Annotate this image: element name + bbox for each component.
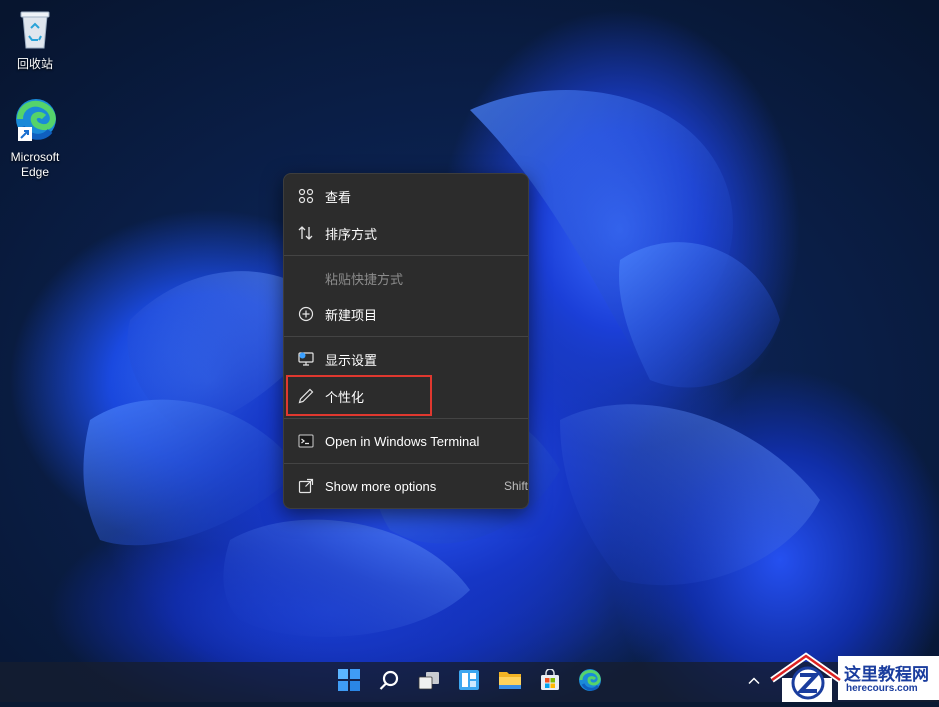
edge-icon [578,668,602,697]
highlight-box [286,375,432,416]
menu-item-show-more-options[interactable]: Show more options Shift [288,469,528,503]
menu-item-sort-by[interactable]: 排序方式 [288,216,524,250]
task-view-button[interactable] [416,669,442,695]
menu-item-open-terminal[interactable]: Open in Windows Terminal [288,424,524,458]
task-view-icon [418,669,440,696]
terminal-icon [297,432,315,450]
store-icon [539,667,561,696]
menu-item-shortcut: Shift [503,479,528,493]
desktop-icon-label-line2: Edge [20,165,50,179]
sort-arrows-icon [297,224,315,242]
widgets-button[interactable] [456,669,482,695]
menu-separator [284,336,528,337]
menu-item-display-settings[interactable]: 显示设置 [288,342,524,376]
chevron-up-icon [746,676,762,693]
open-external-icon [297,477,315,495]
watermark-logo-icon [768,650,844,707]
start-button[interactable] [336,668,362,696]
edge-icon [0,97,70,147]
menu-item-label: 查看 [325,189,352,205]
widgets-icon [458,669,480,696]
menu-separator [284,255,528,256]
show-hidden-icons-button[interactable] [746,673,762,689]
desktop-context-menu: 查看 排序方式 粘贴快捷方式 新建项目 显示设置 个性化 Open in Win… [283,173,529,509]
desktop-icon-recycle-bin[interactable]: 回收站 [0,8,70,72]
file-explorer-icon [498,669,522,696]
search-icon [378,669,400,696]
recycle-bin-icon [0,8,70,54]
desktop-icon-label: 回收站 [16,57,53,71]
menu-item-label: 显示设置 [325,352,378,368]
watermark-url: herecours.com [846,683,918,694]
site-watermark: 这里教程网 herecours.com [768,650,939,702]
desktop-icon-label-line1: Microsoft [10,150,60,164]
view-grid-icon [297,187,315,205]
menu-item-new[interactable]: 新建项目 [288,297,524,331]
menu-item-label: 新建项目 [325,307,378,323]
add-circle-icon [297,305,315,323]
watermark-title: 这里教程网 [844,665,929,685]
menu-item-paste-shortcut[interactable]: 粘贴快捷方式 [288,261,524,295]
menu-item-label: 粘贴快捷方式 [325,271,404,287]
menu-item-label: Open in Windows Terminal [325,433,480,449]
menu-item-label: Show more options [325,478,437,494]
menu-item-label: 排序方式 [325,226,378,242]
edge-taskbar-button[interactable] [577,668,603,697]
search-button[interactable] [376,669,402,695]
file-explorer-button[interactable] [497,669,523,695]
store-button[interactable] [537,667,563,696]
display-settings-icon [297,350,315,368]
menu-separator [284,418,528,419]
desktop-icon-edge[interactable]: Microsoft Edge [0,97,70,180]
menu-item-view[interactable]: 查看 [288,179,524,213]
start-icon [338,668,360,696]
menu-separator [284,463,528,464]
